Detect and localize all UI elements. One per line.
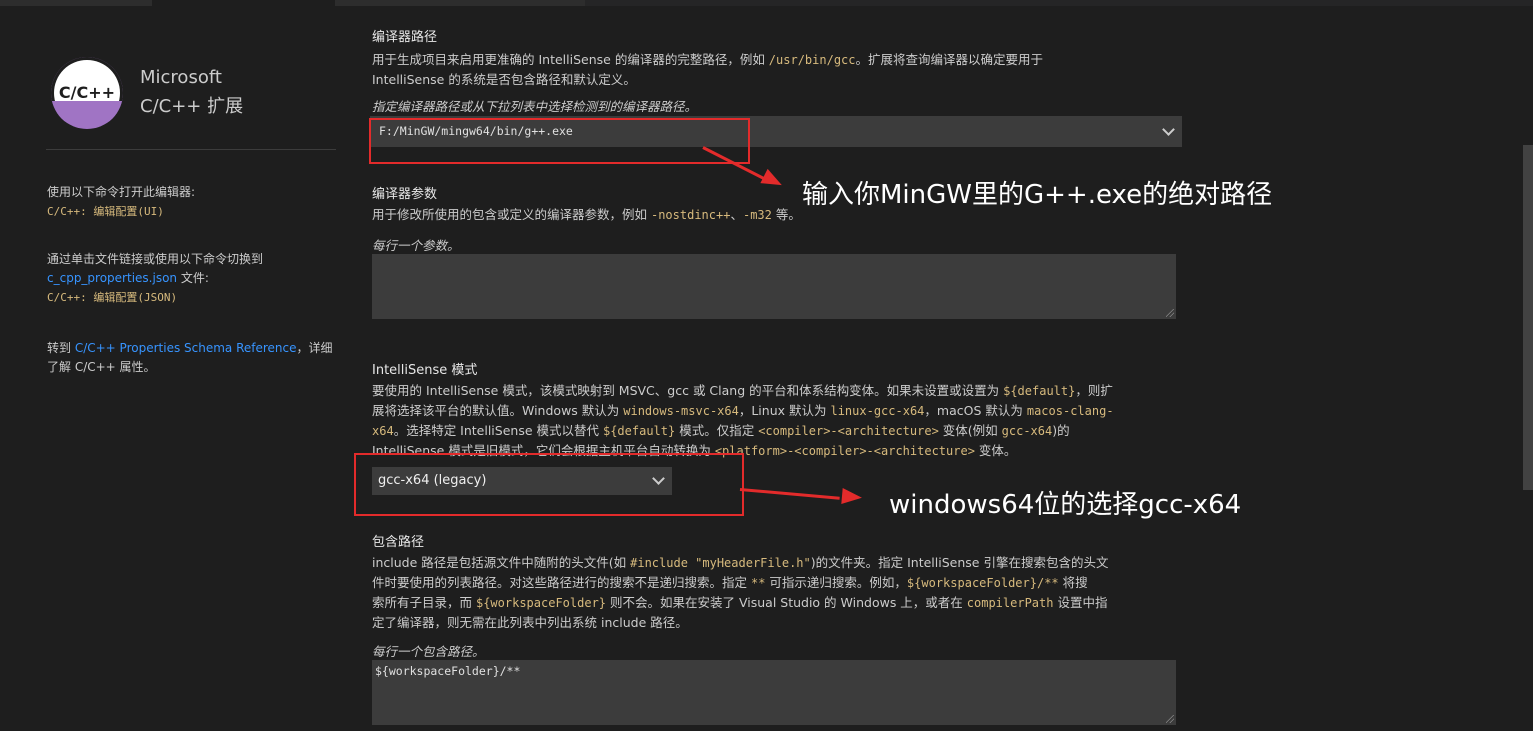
cpp-logo-icon: C/C++ <box>51 57 123 129</box>
ip-desc-3a: 索所有子目录，而 <box>372 595 476 610</box>
annotation-note-1: 输入你MinGW里的G++.exe的绝对路径 <box>802 180 1273 210</box>
im-desc-1b: ，则扩 <box>1075 383 1113 398</box>
compiler-args-textarea[interactable] <box>372 254 1176 319</box>
ip-desc-1b: )的文件夹。指定 IntelliSense 引擎在搜索包含的头文 <box>810 555 1109 570</box>
intellisense-mode-section: IntelliSense 模式 要使用的 IntelliSense 模式，该模式… <box>372 359 1172 461</box>
annotation-box-intellisense-mode <box>354 453 744 516</box>
im-desc-3a: 。选择特定 IntelliSense 模式以替代 <box>393 423 603 438</box>
compiler-path-desc-2: 。扩展将查询编译器以确定要用于 <box>855 52 1044 67</box>
settings-panel: 编译器路径 用于生成项目来启用更准确的 IntelliSense 的编译器的完整… <box>352 6 1533 731</box>
switch-json-info: 通过单击文件链接或使用以下命令切换到 c_cpp_properties.json… <box>47 250 263 307</box>
compiler-args-example-1: -nostdinc++ <box>650 208 731 222</box>
im-desc-2a: 展将选择该平台的默认值。Windows 默认为 <box>372 403 624 418</box>
schema-reference-link[interactable]: C/C++ Properties Schema Reference <box>75 341 297 355</box>
ip-desc-3b: 则不会。如果在安装了 Visual Studio 的 Windows 上，或者在 <box>606 595 967 610</box>
open-editor-text: 使用以下命令打开此编辑器: <box>47 185 196 199</box>
compiler-path-title: 编译器路径 <box>372 30 438 45</box>
goto-suffix: ，详细 <box>296 341 333 355</box>
im-desc-3b: 模式。仅指定 <box>675 423 759 438</box>
im-desc-3c: 变体(例如 <box>938 423 1002 438</box>
compiler-path-example: /usr/bin/gcc <box>768 53 856 67</box>
resize-grip-icon[interactable] <box>1166 715 1174 723</box>
sidebar: C/C++ Microsoft C/C++ 扩展 使用以下命令打开此编辑器: C… <box>0 6 352 731</box>
open-editor-info: 使用以下命令打开此编辑器: C/C++: 编辑配置(UI) <box>47 183 195 221</box>
compiler-args-desc-2: 等。 <box>771 207 801 222</box>
compiler-args-example-2: -m32 <box>742 208 772 222</box>
im-desc-3d: )的 <box>1052 423 1070 438</box>
intellisense-mode-desc: 要使用的 IntelliSense 模式，该模式映射到 MSVC、gcc 或 C… <box>372 381 1172 461</box>
include-path-desc: include 路径是包括源文件中随附的头文件(如 #include "myHe… <box>372 553 1192 633</box>
compiler-args-desc-1: 用于修改所使用的包含或定义的编译器参数，例如 <box>372 207 651 222</box>
im-desc-4b: 变体。 <box>974 443 1017 458</box>
compiler-path-desc-3: IntelliSense 的系统是否包含路径和默认定义。 <box>372 72 636 87</box>
ip-desc-2c: 将搜 <box>1058 575 1088 590</box>
compiler-args-hint: 每行一个参数。 <box>372 238 460 253</box>
resize-grip-icon[interactable] <box>1166 309 1174 317</box>
compiler-path-hint: 指定编译器路径或从下拉列表中选择检测到的编译器路径。 <box>372 99 698 114</box>
ip-code-workspace: ${workspaceFolder} <box>475 596 607 610</box>
ip-code-include: #include "myHeaderFile.h" <box>630 556 811 570</box>
include-path-value: ${workspaceFolder}/** <box>375 664 521 678</box>
vertical-scrollbar[interactable] <box>1523 145 1533 490</box>
im-code-default-2: ${default} <box>602 424 676 438</box>
compiler-path-desc: 用于生成项目来启用更准确的 IntelliSense 的编译器的完整路径，例如 … <box>372 50 1172 90</box>
include-path-hint: 每行一个包含路径。 <box>372 644 485 659</box>
goto-line2: 了解 C/C++ 属性。 <box>47 360 156 374</box>
im-desc-2b: ，Linux 默认为 <box>738 403 831 418</box>
logo-text: C/C++ <box>58 83 116 102</box>
annotation-arrowhead-2 <box>841 488 863 506</box>
annotation-note-2: windows64位的选择gcc-x64 <box>889 490 1242 520</box>
include-path-textarea[interactable]: ${workspaceFolder}/** <box>372 660 1176 725</box>
goto-prefix: 转到 <box>47 341 75 355</box>
ip-desc-4: 定了编译器，则无需在此列表中列出系统 include 路径。 <box>372 615 688 630</box>
im-desc-2c: ，macOS 默认为 <box>924 403 1027 418</box>
switch-command: C/C++: 编辑配置(JSON) <box>47 291 178 304</box>
im-desc-1a: 要使用的 IntelliSense 模式，该模式映射到 MSVC、gcc 或 C… <box>372 383 1004 398</box>
switch-suffix: 文件: <box>177 271 209 285</box>
ip-code-compilerpath: compilerPath <box>966 596 1054 610</box>
switch-text: 通过单击文件链接或使用以下命令切换到 <box>47 252 264 266</box>
ip-desc-1a: include 路径是包括源文件中随附的头文件(如 <box>372 555 631 570</box>
include-path-section: 包含路径 include 路径是包括源文件中随附的头文件(如 #include … <box>372 531 1192 660</box>
ip-desc-2b: 可指示递归搜索。例如， <box>765 575 907 590</box>
ip-desc-3c: 设置中指 <box>1053 595 1108 610</box>
include-path-title: 包含路径 <box>372 535 425 550</box>
json-file-link[interactable]: c_cpp_properties.json <box>47 271 177 285</box>
ip-code-stars: ** <box>750 576 766 590</box>
open-editor-command: C/C++: 编辑配置(UI) <box>47 205 164 218</box>
ip-desc-2a: 件时要使用的列表路径。对这些路径进行的搜索不是递归搜索。指定 <box>372 575 751 590</box>
im-code-gcc-x64: gcc-x64 <box>1001 424 1053 438</box>
extension-name-line2: C/C++ 扩展 <box>140 96 244 117</box>
compiler-path-desc-1: 用于生成项目来启用更准确的 IntelliSense 的编译器的完整路径，例如 <box>372 52 769 67</box>
compiler-args-sep: 、 <box>730 207 743 222</box>
extension-name-line1: Microsoft <box>140 67 222 88</box>
schema-reference-info: 转到 C/C++ Properties Schema Reference，详细 … <box>47 339 333 377</box>
annotation-box-compiler-path <box>369 118 750 164</box>
im-code-macos: macos-clang- <box>1026 404 1114 418</box>
ip-code-workspace-recursive: ${workspaceFolder}/** <box>906 576 1059 590</box>
im-code-default: ${default} <box>1003 384 1076 398</box>
im-code-windows: windows-msvc-x64 <box>623 404 739 418</box>
im-code-x64: x64 <box>372 424 394 438</box>
im-code-platform: <platform>-<compiler>-<architecture> <box>714 444 975 458</box>
im-code-linux: linux-gcc-x64 <box>830 404 925 418</box>
sidebar-divider <box>46 149 336 150</box>
im-code-compiler-arch: <compiler>-<architecture> <box>758 424 939 438</box>
compiler-path-section: 编译器路径 用于生成项目来启用更准确的 IntelliSense 的编译器的完整… <box>372 26 1172 115</box>
chevron-down-icon[interactable] <box>1162 123 1175 136</box>
intellisense-mode-title: IntelliSense 模式 <box>372 363 478 378</box>
